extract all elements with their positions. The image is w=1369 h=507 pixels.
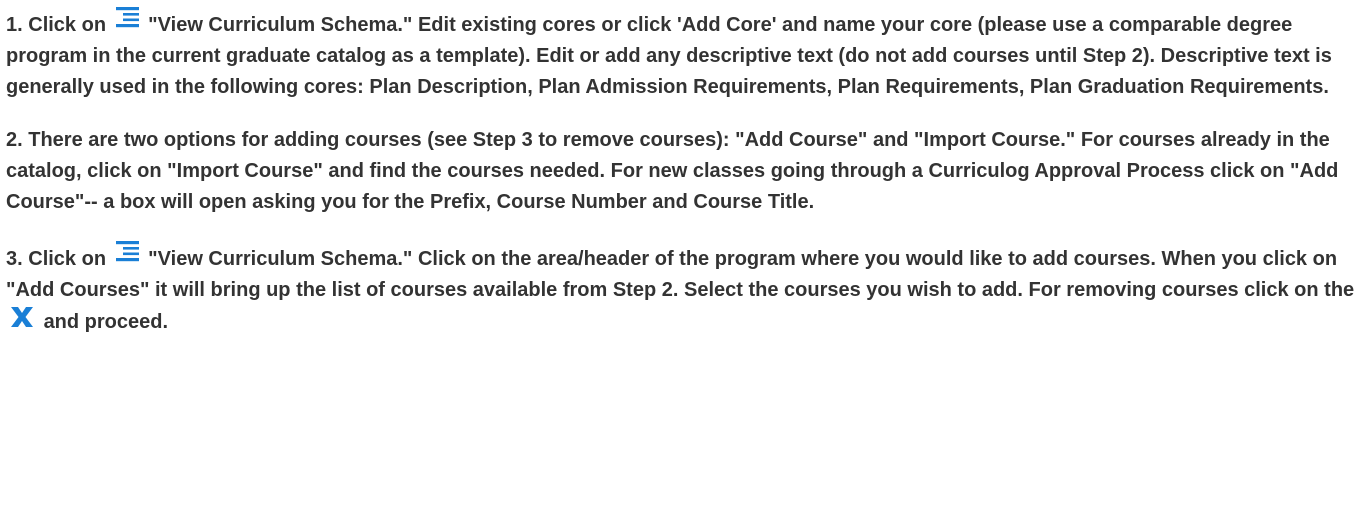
step-2-number: 2. [6, 129, 23, 151]
step-3: 3. Click on "View Curriculum Schema." Cl… [6, 240, 1362, 338]
step-2: 2. There are two options for adding cour… [6, 125, 1362, 218]
instructions: 1. Click on "View Curriculum Schema." Ed… [0, 0, 1362, 338]
list-icon [115, 240, 139, 262]
step-3-post: and proceed. [43, 311, 169, 333]
step-3-pre: Click on [28, 248, 107, 270]
step-1-number: 1. [6, 14, 23, 36]
step-1-pre: Click on [28, 14, 107, 36]
step-3-number: 3. [6, 248, 23, 270]
remove-x-icon [10, 306, 34, 328]
step-1-text: "View Curriculum Schema." Edit existing … [6, 14, 1332, 98]
step-2-text: There are two options for adding courses… [6, 129, 1339, 213]
step-3-text: "View Curriculum Schema." Click on the a… [6, 248, 1355, 301]
list-icon [115, 6, 139, 28]
step-1: 1. Click on "View Curriculum Schema." Ed… [6, 6, 1362, 103]
